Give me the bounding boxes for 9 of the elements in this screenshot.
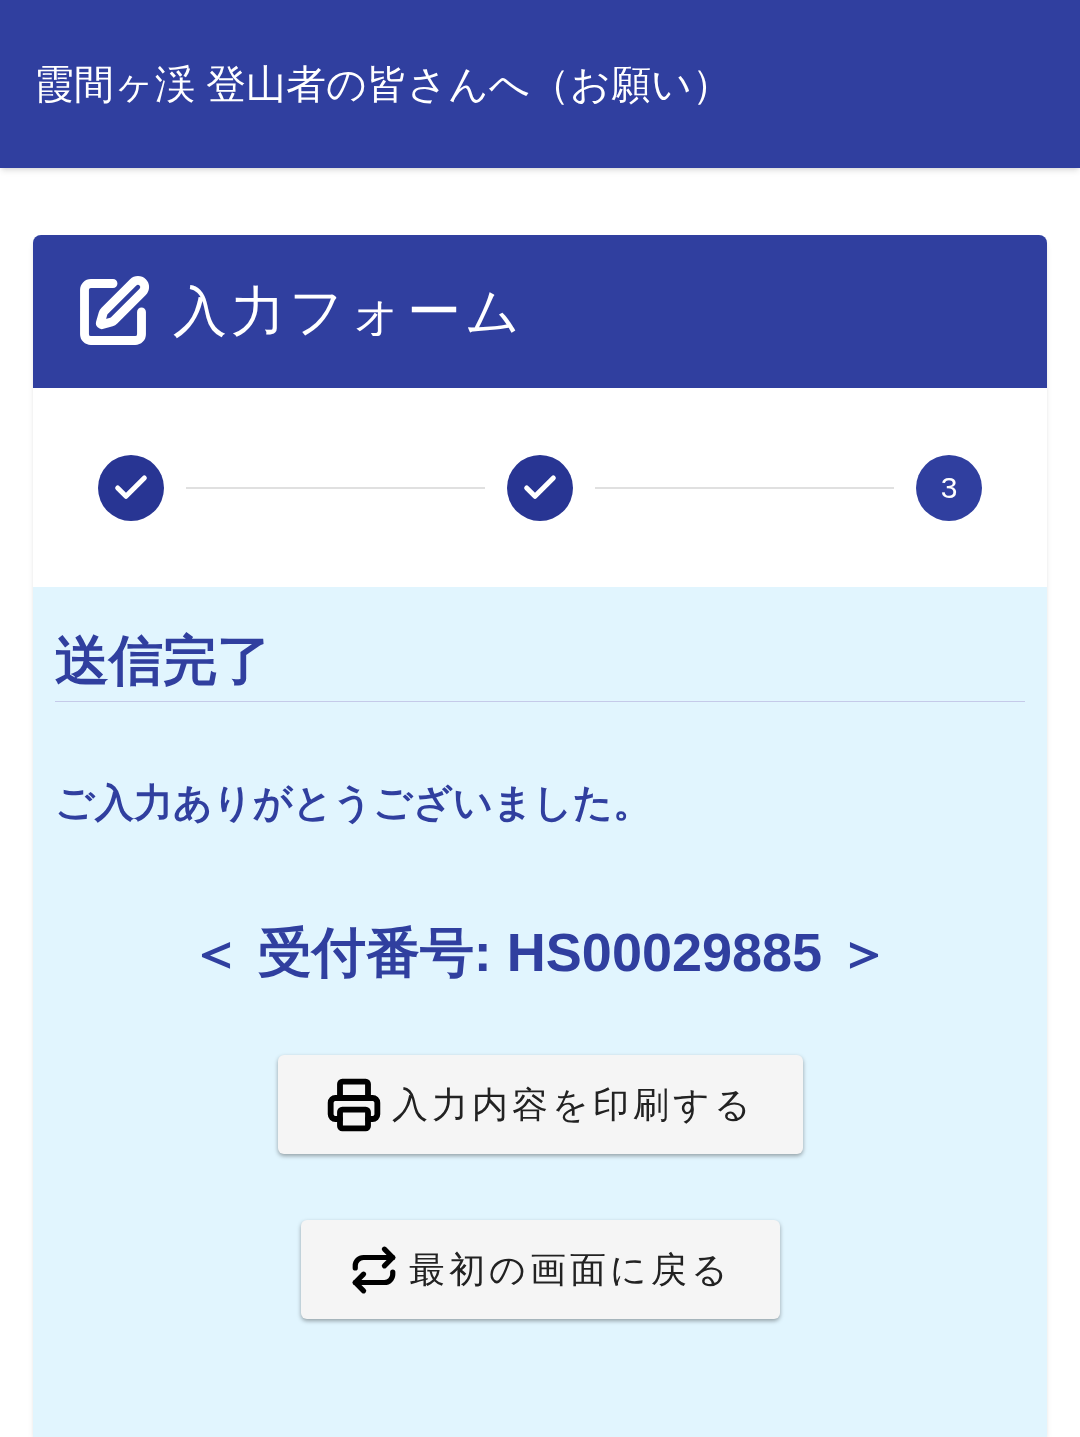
printer-icon xyxy=(325,1076,382,1133)
receipt-number: ＜ 受付番号: HS00029885 ＞ xyxy=(187,921,893,984)
print-button[interactable]: 入力内容を印刷する xyxy=(277,1055,803,1154)
thank-you-message: ご入力ありがとうございました。 xyxy=(55,779,653,826)
page-title: 霞間ヶ渓 登山者の皆さんへ（お願い） xyxy=(34,61,733,108)
step-number: 3 xyxy=(916,454,982,521)
section-heading: 送信完了 xyxy=(55,627,1025,702)
restart-button[interactable]: 最初の画面に戻る xyxy=(300,1220,780,1319)
card-title: 入力フォーム xyxy=(173,280,524,343)
